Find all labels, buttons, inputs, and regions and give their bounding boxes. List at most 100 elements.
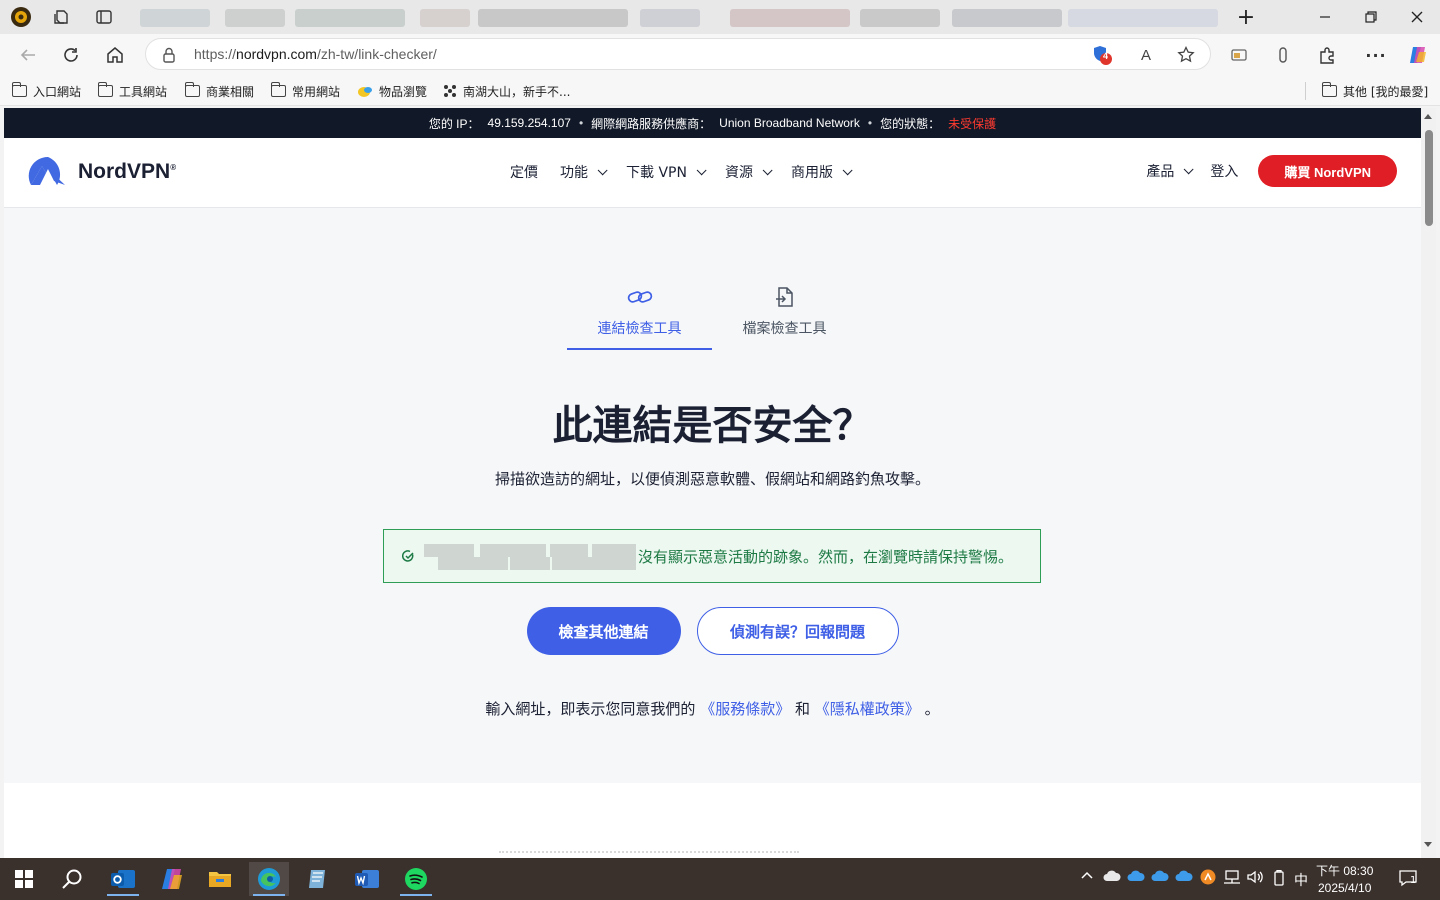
tray-overflow-icon[interactable] (1081, 870, 1093, 880)
result-text: 沒有顯示惡意活動的跡象。然而，在瀏覽時請保持警惕。 (638, 547, 1014, 566)
tab-placeholder[interactable] (952, 9, 1062, 27)
chevron-down-icon (597, 164, 608, 175)
chevron-down-icon (842, 164, 853, 175)
cloud-icon[interactable] (1103, 870, 1121, 882)
report-issue-button[interactable]: 偵測有誤？回報問題 (696, 607, 899, 655)
scroll-up-icon[interactable] (1424, 114, 1432, 119)
terms-notice: 輸入網址，即表示您同意我們的 《服務條款》 和 《隱私權政策》 。 (4, 698, 1421, 719)
outlook-icon[interactable] (103, 862, 143, 896)
tab-strip: + (0, 0, 1440, 34)
favorite-star-icon[interactable] (1175, 44, 1197, 66)
vertical-tabs-icon[interactable] (93, 6, 115, 28)
minimize-icon[interactable] (1313, 6, 1337, 28)
close-window-icon[interactable] (1405, 6, 1429, 28)
workspaces-icon[interactable] (51, 6, 73, 28)
back-icon[interactable] (15, 42, 41, 68)
scroll-thumb[interactable] (1425, 130, 1433, 226)
nav-item-download[interactable]: 下載 VPN (626, 162, 707, 182)
start-icon[interactable] (4, 862, 44, 896)
check-another-link-button[interactable]: 檢查其他連結 (526, 607, 681, 655)
check-circle-icon (402, 550, 414, 562)
web-page: 您的 IP： 49.159.254.107 • 網際網路服務供應商： Union… (4, 108, 1421, 858)
profile-avatar-icon[interactable] (10, 6, 32, 28)
products-label: 產品 (1146, 164, 1175, 180)
url-text[interactable]: https://nordvpn.com/zh-tw/link-checker/ (194, 46, 437, 62)
nav-item-pricing[interactable]: 定價 (510, 162, 538, 182)
tab-placeholder[interactable] (295, 9, 405, 27)
tab-placeholder[interactable] (478, 9, 628, 27)
redacted-url (424, 542, 636, 570)
battery-icon[interactable] (1273, 870, 1285, 886)
copilot-icon[interactable] (1405, 42, 1431, 68)
file-check-icon (712, 284, 857, 310)
privacy-policy-link[interactable]: 《隱私權政策》 (815, 700, 920, 718)
bookmark-folder[interactable]: 商業相關 (184, 82, 254, 100)
app-tray-icon[interactable] (1200, 869, 1216, 885)
system-clock[interactable]: 下午 08:30 2025/4/10 (1316, 863, 1373, 897)
clock-date: 2025/4/10 (1317, 881, 1372, 895)
site-icon (358, 87, 372, 97)
products-menu[interactable]: 產品 (1146, 161, 1194, 181)
terms-of-service-link[interactable]: 《服務條款》 (700, 700, 790, 718)
notepad-icon[interactable] (298, 862, 338, 896)
buy-nordvpn-button[interactable]: 購買 NordVPN (1258, 155, 1397, 187)
bookmark-label: 常用網站 (292, 84, 341, 99)
restore-icon[interactable] (1359, 6, 1383, 28)
file-explorer-icon[interactable] (200, 862, 240, 896)
separator: • (867, 116, 873, 130)
edge-browser-icon[interactable] (249, 862, 289, 896)
folder-icon (270, 82, 286, 97)
extensions-puzzle-icon[interactable] (1314, 42, 1340, 68)
tab-placeholder[interactable] (730, 9, 850, 27)
bookmark-site[interactable]: 物品瀏覽 (357, 82, 427, 100)
bookmark-folder[interactable]: 常用網站 (270, 82, 341, 100)
spotify-icon[interactable] (396, 862, 436, 896)
search-icon[interactable] (52, 862, 92, 896)
site-header: NordVPN® 定價 功能 下載 VPN 資源 商用版 產品 登入 購買 No… (4, 138, 1421, 208)
nav-item-resources[interactable]: 資源 (725, 162, 773, 182)
more-menu-icon[interactable]: ··· (1363, 42, 1389, 68)
home-icon[interactable] (102, 42, 128, 68)
split-screen-icon[interactable] (1226, 42, 1252, 68)
network-icon[interactable] (1223, 870, 1241, 884)
bookmark-site[interactable]: 南湖大山，新手不... (443, 82, 570, 100)
tab-placeholder[interactable] (1068, 9, 1218, 27)
ime-indicator[interactable]: 中 (1294, 870, 1308, 890)
refresh-icon[interactable] (58, 42, 84, 68)
folder-icon (11, 82, 27, 97)
extension-icon[interactable] (1270, 42, 1296, 68)
other-bookmarks-folder[interactable]: 其他 [我的最愛] (1321, 82, 1428, 100)
status-label: 您的狀態： (880, 116, 941, 131)
tab-placeholder[interactable] (640, 9, 700, 27)
onedrive-icon[interactable] (1175, 870, 1193, 882)
tab-placeholder[interactable] (225, 9, 285, 27)
nordvpn-logo[interactable]: NordVPN® (28, 156, 176, 188)
login-link[interactable]: 登入 (1210, 161, 1238, 181)
onedrive-icon[interactable] (1151, 870, 1169, 882)
onedrive-icon[interactable] (1127, 870, 1145, 882)
new-tab-icon[interactable]: + (1234, 5, 1258, 30)
read-aloud-icon[interactable]: A (1135, 44, 1157, 66)
tab-link-checker[interactable]: 連結檢查工具 (567, 284, 712, 350)
scroll-down-icon[interactable] (1424, 842, 1432, 847)
nav-item-features[interactable]: 功能 (560, 162, 608, 182)
terms-text: 輸入網址，即表示您同意我們的 (485, 700, 696, 718)
volume-icon[interactable] (1247, 870, 1265, 884)
nav-item-business[interactable]: 商用版 (791, 162, 853, 182)
address-bar[interactable]: https://nordvpn.com/zh-tw/link-checker/ … (145, 38, 1211, 70)
word-icon[interactable] (347, 862, 387, 896)
tab-file-checker[interactable]: 檔案檢查工具 (712, 284, 857, 350)
copilot-app-icon[interactable] (152, 862, 192, 896)
tab-placeholder[interactable] (860, 9, 940, 27)
page-scrollbar[interactable] (1421, 108, 1436, 858)
tab-label: 檔案檢查工具 (742, 321, 827, 337)
shield-extension-icon[interactable]: 4 (1091, 44, 1113, 66)
lock-icon[interactable] (162, 47, 176, 67)
bookmark-folder[interactable]: 入口網站 (11, 82, 81, 100)
notification-center-icon[interactable]: 1 (1398, 869, 1418, 887)
tab-placeholder[interactable] (420, 9, 470, 27)
terms-text: 。 (924, 700, 940, 718)
tab-placeholder[interactable] (140, 9, 210, 27)
bookmark-folder[interactable]: 工具網站 (97, 82, 167, 100)
ip-label: 您的 IP： (428, 116, 480, 131)
